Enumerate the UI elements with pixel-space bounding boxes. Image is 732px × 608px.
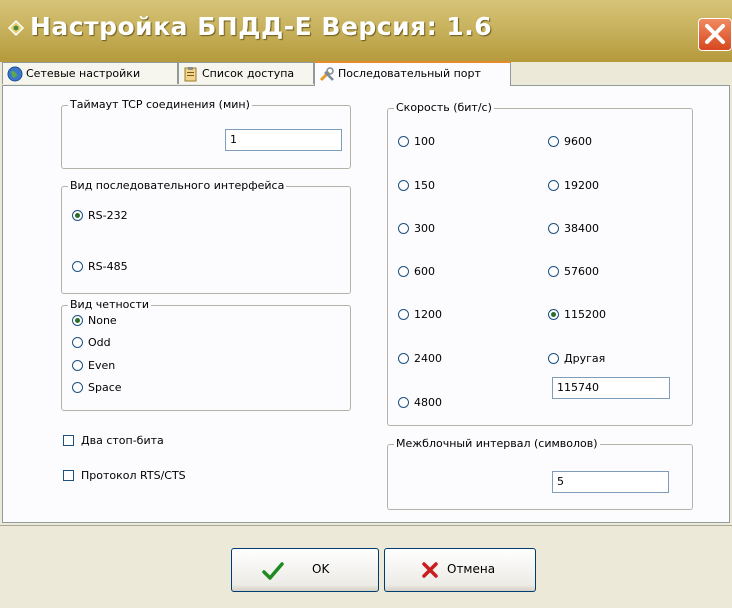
option-label: 600	[414, 265, 435, 278]
option-label: 115200	[564, 308, 606, 321]
radio-parity-none[interactable]: None	[72, 314, 117, 328]
option-label: 150	[414, 179, 435, 192]
radio-button	[548, 180, 559, 191]
radio-speed-100[interactable]: 100	[398, 135, 435, 149]
radio-speed-4800[interactable]: 4800	[398, 396, 442, 410]
radio-speed-38400[interactable]: 38400	[548, 222, 599, 236]
option-label: Odd	[88, 336, 111, 349]
cancel-button[interactable]: Отмена	[384, 548, 536, 592]
radio-button	[72, 382, 83, 393]
window-title: Настройка БПДД-Е Версия: 1.6	[30, 12, 493, 41]
radio-button	[548, 353, 559, 364]
bottom-separator	[0, 525, 732, 526]
tab-panel-serial-port: Таймаут TCP соединения (мин) 1 Вид после…	[2, 85, 730, 523]
option-label: RS-485	[88, 260, 128, 273]
radio-button	[398, 136, 409, 147]
parity-group: Вид четности None Odd Even Space	[61, 298, 351, 411]
checkbox-label: Протокол RTS/CTS	[81, 469, 186, 482]
radio-button	[398, 266, 409, 277]
radio-button	[548, 223, 559, 234]
tab-strip: Сетевые настройки Список доступа Последо…	[0, 61, 732, 86]
parity-legend: Вид четности	[68, 298, 151, 311]
globe-icon	[7, 66, 23, 82]
option-label: None	[88, 314, 117, 327]
clipboard-icon	[184, 67, 197, 82]
tcp-timeout-group: Таймаут TCP соединения (мин) 1	[61, 98, 351, 169]
option-label: 57600	[564, 265, 599, 278]
option-label: 300	[414, 222, 435, 235]
radio-speed-600[interactable]: 600	[398, 265, 435, 279]
option-label: 2400	[414, 352, 442, 365]
radio-button	[72, 210, 83, 221]
option-label: 19200	[564, 179, 599, 192]
tcp-timeout-input[interactable]: 1	[225, 129, 342, 151]
radio-parity-space[interactable]: Space	[72, 381, 122, 395]
interblock-group: Межблочный интервал (символов) 5	[387, 437, 693, 510]
rts-cts-checkbox[interactable]: Протокол RTS/CTS	[63, 469, 186, 483]
tcp-timeout-legend: Таймаут TCP соединения (мин)	[68, 98, 252, 111]
tab-label: Список доступа	[202, 67, 295, 80]
radio-rs232[interactable]: RS-232	[72, 209, 128, 223]
close-button[interactable]	[698, 18, 732, 51]
speed-legend: Скорость (бит/с)	[394, 101, 494, 114]
option-label: Even	[88, 359, 116, 372]
radio-parity-even[interactable]: Even	[72, 359, 115, 373]
radio-rs485[interactable]: RS-485	[72, 260, 128, 274]
cross-icon	[422, 562, 438, 578]
radio-speed-300[interactable]: 300	[398, 222, 435, 236]
option-label: 9600	[564, 135, 592, 148]
option-label: 100	[414, 135, 435, 148]
interface-legend: Вид последовательного интерфейса	[68, 179, 287, 192]
radio-speed-19200[interactable]: 19200	[548, 179, 599, 193]
custom-speed-input[interactable]: 115740	[552, 377, 670, 399]
radio-speed-150[interactable]: 150	[398, 179, 435, 193]
cancel-label: Отмена	[447, 562, 496, 576]
radio-button	[72, 360, 83, 371]
radio-speed-115200[interactable]: 115200	[548, 308, 606, 322]
speed-group: Скорость (бит/с) 100 150 300 600 1200 24…	[387, 101, 693, 426]
interblock-input[interactable]: 5	[552, 471, 669, 493]
radio-button	[72, 337, 83, 348]
tab-label: Сетевые настройки	[26, 67, 141, 80]
checkbox	[63, 470, 74, 481]
radio-speed-1200[interactable]: 1200	[398, 308, 442, 322]
tab-network-settings[interactable]: Сетевые настройки	[2, 62, 178, 84]
option-label: 38400	[564, 222, 599, 235]
radio-button	[398, 223, 409, 234]
radio-speed-9600[interactable]: 9600	[548, 135, 592, 149]
checkmark-icon	[262, 562, 284, 580]
option-label: Space	[88, 381, 122, 394]
option-label: 4800	[414, 396, 442, 409]
radio-button	[548, 266, 559, 277]
interblock-legend: Межблочный интервал (символов)	[394, 437, 600, 450]
interface-group: Вид последовательного интерфейса RS-232 …	[61, 179, 351, 294]
option-label: RS-232	[88, 209, 128, 222]
tools-icon	[319, 67, 334, 82]
close-icon	[705, 24, 725, 44]
ok-label: OK	[312, 562, 330, 576]
radio-button	[72, 261, 83, 272]
radio-button	[398, 353, 409, 364]
app-icon	[7, 19, 25, 37]
option-label: 1200	[414, 308, 442, 321]
radio-button	[72, 315, 83, 326]
tab-access-list[interactable]: Список доступа	[178, 62, 314, 84]
radio-speed-57600[interactable]: 57600	[548, 265, 599, 279]
title-bar: Настройка БПДД-Е Версия: 1.6	[0, 0, 732, 63]
option-label: Другая	[564, 352, 606, 365]
radio-speed-other[interactable]: Другая	[548, 352, 605, 366]
radio-button	[398, 397, 409, 408]
tab-serial-port[interactable]: Последовательный порт	[314, 61, 511, 86]
two-stop-bits-checkbox[interactable]: Два стоп-бита	[63, 434, 164, 448]
radio-button	[398, 309, 409, 320]
radio-speed-2400[interactable]: 2400	[398, 352, 442, 366]
checkbox	[63, 435, 74, 446]
radio-button	[548, 136, 559, 147]
radio-button	[398, 180, 409, 191]
ok-button[interactable]: OK	[231, 548, 379, 592]
tab-label: Последовательный порт	[338, 67, 481, 80]
checkbox-label: Два стоп-бита	[81, 434, 164, 447]
radio-button	[548, 309, 559, 320]
radio-parity-odd[interactable]: Odd	[72, 336, 111, 350]
